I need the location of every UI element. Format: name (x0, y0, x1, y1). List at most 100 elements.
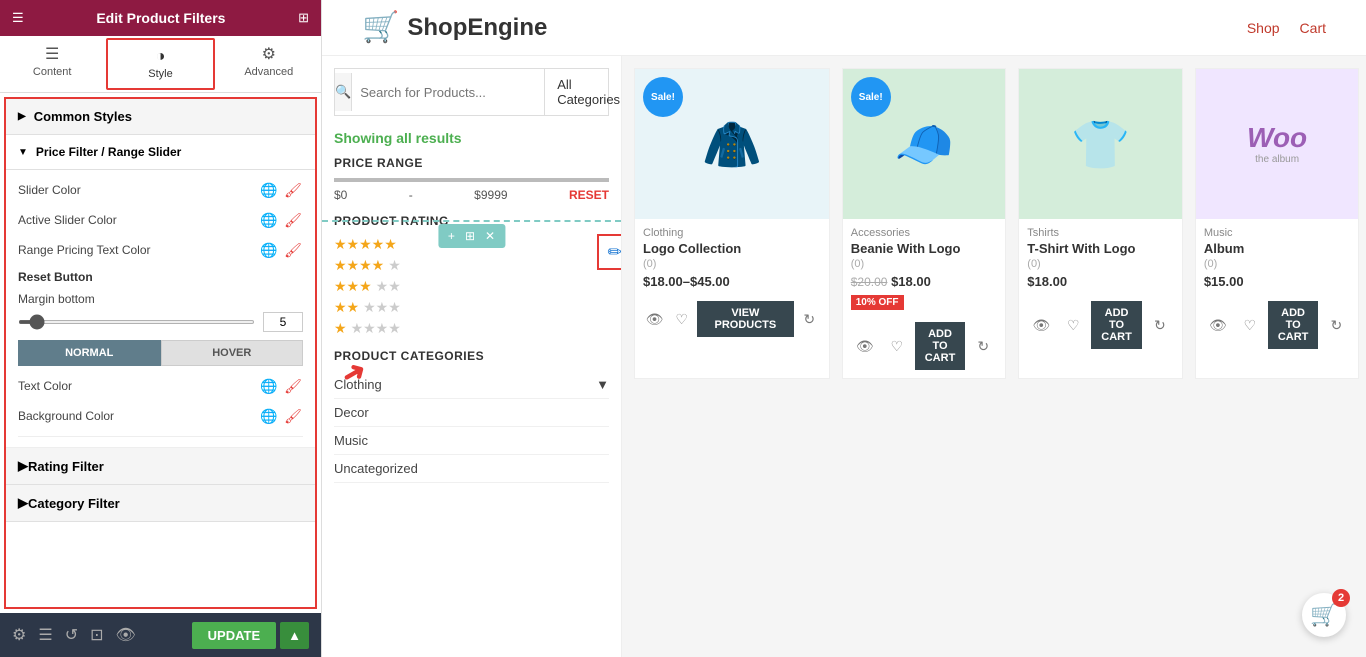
tab-content[interactable]: ☰ Content (0, 36, 104, 92)
product-emoji-2: 🧢 (894, 116, 954, 173)
compare-icon-2[interactable]: ↻ (969, 332, 997, 360)
slider-color-label: Slider Color (18, 183, 81, 197)
arrow-icon: ▶ (18, 111, 26, 122)
product-price-2: $20.00 $18.00 (851, 274, 998, 289)
widget-toolbar: + ⊞ ✕ (438, 224, 505, 248)
update-arrow-button[interactable]: ▲ (280, 622, 309, 649)
margin-value-input[interactable] (263, 312, 303, 332)
eye-action-icon[interactable]: 👁 (643, 305, 666, 333)
star-filled: ★★★ (334, 278, 372, 295)
hover-state-tab[interactable]: HOVER (161, 340, 304, 366)
compare-icon-4[interactable]: ↻ (1322, 311, 1350, 339)
search-icon[interactable]: 🔍 (335, 73, 352, 111)
toolbar-close[interactable]: ✕ (481, 227, 499, 245)
grid-icon[interactable]: ⊞ (298, 10, 309, 26)
slash-icon-2[interactable]: 🖌 (283, 210, 303, 230)
cart-count: 2 (1332, 589, 1350, 607)
search-input[interactable] (352, 77, 544, 108)
wishlist-icon-3[interactable]: ♡ (1059, 311, 1087, 339)
reset-button-label: Reset Button (18, 270, 303, 284)
product-image-4: Woo the album (1196, 69, 1359, 219)
eye-action-icon-4[interactable]: 👁 (1204, 311, 1232, 339)
globe-icon-5[interactable]: 🌐 (259, 406, 279, 426)
wishlist-icon-2[interactable]: ♡ (883, 332, 911, 360)
history-icon[interactable]: ↺ (65, 625, 78, 645)
settings-icon[interactable]: ⚙ (12, 625, 26, 645)
layers-icon[interactable]: ☰ (38, 625, 52, 645)
globe-icon-3[interactable]: 🌐 (259, 240, 279, 260)
section-price-filter[interactable]: ▼ Price Filter / Range Slider (6, 135, 315, 170)
price-range-slider[interactable] (334, 178, 609, 182)
active-slider-color-label: Active Slider Color (18, 213, 117, 227)
category-uncategorized[interactable]: Uncategorized (334, 455, 609, 483)
add-to-cart-btn-2[interactable]: ADD TO CART (915, 322, 966, 370)
product-actions-2: 👁 ♡ ADD TO CART ↻ (843, 322, 1006, 378)
slider-color-field: Slider Color 🌐 🖌 (18, 180, 303, 200)
tab-style[interactable]: ◑ Style (106, 38, 214, 90)
section-category-filter[interactable]: ▶ Category Filter (6, 485, 315, 522)
woo-text: Woo (1247, 123, 1307, 154)
compare-icon[interactable]: ↻ (798, 305, 821, 333)
normal-state-tab[interactable]: NORMAL (18, 340, 161, 366)
globe-icon-2[interactable]: 🌐 (259, 210, 279, 230)
category-clothing[interactable]: Clothing▼ (334, 371, 609, 399)
category-music[interactable]: Music (334, 427, 609, 455)
eye-action-icon-2[interactable]: 👁 (851, 332, 879, 360)
rating-1-star[interactable]: ★★★★★ (334, 320, 609, 337)
section-common-styles[interactable]: ▶ Common Styles (6, 99, 315, 135)
hamburger-icon[interactable]: ☰ (12, 10, 24, 26)
arrow-icon-category: ▶ (18, 495, 28, 511)
sale-badge-1: Sale! (643, 77, 683, 117)
text-color-controls: 🌐 🖌 (259, 376, 303, 396)
globe-icon-4[interactable]: 🌐 (259, 376, 279, 396)
panel-footer: ⚙ ☰ ↺ ⊡ 👁 UPDATE ▲ (0, 613, 321, 657)
toolbar-add[interactable]: + (444, 227, 459, 245)
panel-header: ☰ Edit Product Filters ⊞ (0, 0, 321, 36)
nav-cart[interactable]: Cart (1300, 20, 1326, 36)
product-price-4: $15.00 (1204, 274, 1351, 289)
shop-main: ➜ Sale! 🧥 Clothing Logo Collection (0) $… (622, 56, 1366, 657)
slash-icon-4[interactable]: 🖌 (283, 376, 303, 396)
footer-icons: ⚙ ☰ ↺ ⊡ 👁 (12, 625, 136, 645)
section-rating-filter[interactable]: ▶ Rating Filter (6, 448, 315, 485)
compare-icon-3[interactable]: ↻ (1146, 311, 1174, 339)
star-filled: ★★ (334, 299, 359, 316)
product-card: Sale! 🧢 Accessories Beanie With Logo (0)… (842, 68, 1007, 379)
globe-icon[interactable]: 🌐 (259, 180, 279, 200)
add-to-cart-btn-3[interactable]: ADD TO CART (1091, 301, 1142, 349)
slash-icon-3[interactable]: 🖌 (283, 240, 303, 260)
category-decor[interactable]: Decor (334, 399, 609, 427)
nav-shop[interactable]: Shop (1247, 20, 1280, 36)
eye-action-icon-3[interactable]: 👁 (1027, 311, 1055, 339)
edit-widget-button[interactable]: ✏ (597, 234, 622, 270)
update-button[interactable]: UPDATE (192, 622, 276, 649)
shop-body: + ⊞ ✕ ✏ 🔍 All Categories ▼ Showing all r… (322, 56, 1366, 657)
eye-icon[interactable]: 👁 (116, 625, 136, 645)
star-filled: ★ (334, 320, 347, 337)
star-empty: ★ (388, 257, 401, 274)
rating-2-star[interactable]: ★★★★★ (334, 299, 609, 316)
responsive-icon[interactable]: ⊡ (90, 625, 103, 645)
reset-btn[interactable]: RESET (569, 188, 609, 202)
product-info-4: Music Album (0) $15.00 (1196, 219, 1359, 301)
rating-4-star[interactable]: ★★★★★ (334, 257, 609, 274)
category-label: All Categories (557, 77, 620, 107)
tab-advanced[interactable]: ⚙ Advanced (217, 36, 321, 92)
range-pricing-label: Range Pricing Text Color (18, 243, 151, 257)
rating-3-star[interactable]: ★★★★★ (334, 278, 609, 295)
panel-content: ▶ Common Styles ▼ Price Filter / Range S… (4, 97, 317, 609)
cart-badge[interactable]: 🛒 2 (1302, 593, 1346, 637)
toolbar-move[interactable]: ⊞ (461, 227, 479, 245)
category-select[interactable]: All Categories ▼ (544, 69, 622, 115)
view-products-btn[interactable]: VIEW PRODUCTS (697, 301, 794, 337)
discount-badge: 10% OFF (851, 295, 904, 310)
bg-color-field: Background Color 🌐 🖌 (18, 406, 303, 426)
slash-icon-5[interactable]: 🖌 (283, 406, 303, 426)
wishlist-icon-4[interactable]: ♡ (1236, 311, 1264, 339)
slash-icon[interactable]: 🖌 (283, 180, 303, 200)
margin-slider[interactable] (18, 320, 255, 324)
product-image-1: Sale! 🧥 (635, 69, 829, 219)
section-label: Price Filter / Range Slider (36, 145, 181, 159)
add-to-cart-btn-4[interactable]: ADD TO CART (1268, 301, 1319, 349)
wishlist-icon[interactable]: ♡ (670, 305, 693, 333)
